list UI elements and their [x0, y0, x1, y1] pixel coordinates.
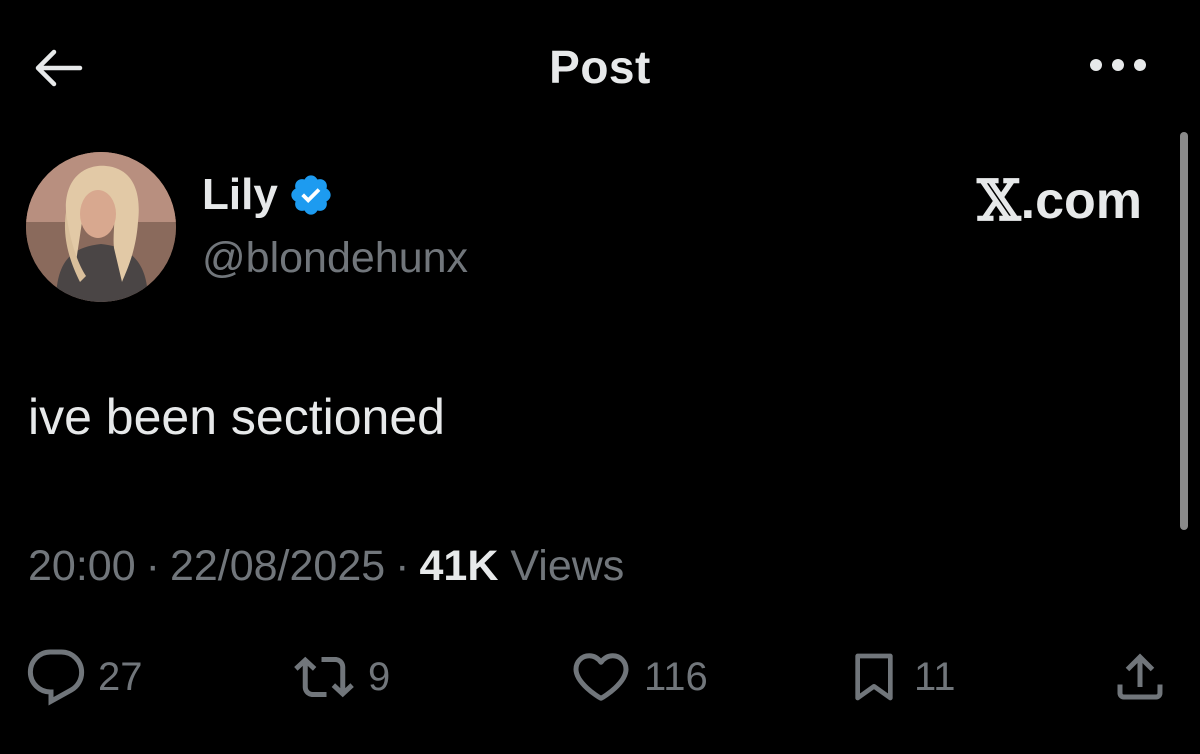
more-options-button[interactable]: [1088, 50, 1148, 80]
meta-separator: ·: [145, 542, 160, 590]
bookmark-icon: [855, 653, 893, 701]
avatar-image: [26, 152, 176, 302]
repost-button[interactable]: 9: [292, 642, 390, 712]
scrollbar[interactable]: [1180, 132, 1188, 530]
views-label: Views: [510, 542, 625, 590]
repost-count: 9: [368, 654, 391, 699]
share-button[interactable]: [1110, 642, 1170, 712]
reply-icon: [27, 649, 85, 706]
more-horizontal-icon: [1090, 59, 1146, 71]
author-display-name: Lily: [202, 170, 278, 219]
post-detail-screen: Post Lily @blondehunx 𝕏 .com ive been se…: [0, 0, 1200, 754]
repost-icon: [294, 656, 354, 698]
post-meta: 20:00 · 22/08/2025 · 41K Views: [28, 542, 624, 591]
page-title: Post: [549, 41, 651, 93]
author-name[interactable]: Lily: [202, 170, 334, 220]
heart-icon: [573, 653, 629, 701]
post-time[interactable]: 20:00: [28, 542, 136, 591]
share-icon: [1117, 653, 1163, 700]
reply-button[interactable]: 27: [26, 642, 143, 712]
watermark-suffix: .com: [1020, 172, 1142, 230]
x-com-watermark: 𝕏 .com: [977, 168, 1142, 234]
reply-count: 27: [98, 654, 143, 699]
action-bar: 27 9 116 11: [0, 642, 1200, 712]
bookmark-button[interactable]: 11: [846, 642, 956, 712]
post-text: ive been sectioned: [28, 389, 445, 445]
bookmark-count: 11: [914, 654, 956, 699]
like-count: 116: [644, 654, 708, 699]
verified-badge-icon: [288, 172, 334, 218]
author-handle[interactable]: @blondehunx: [202, 234, 468, 283]
meta-separator: ·: [395, 542, 410, 590]
post-date[interactable]: 22/08/2025: [170, 542, 385, 591]
x-logo-icon: 𝕏: [977, 168, 1020, 234]
views-count: 41K: [419, 542, 499, 590]
like-button[interactable]: 116: [570, 642, 708, 712]
avatar[interactable]: [26, 152, 176, 302]
